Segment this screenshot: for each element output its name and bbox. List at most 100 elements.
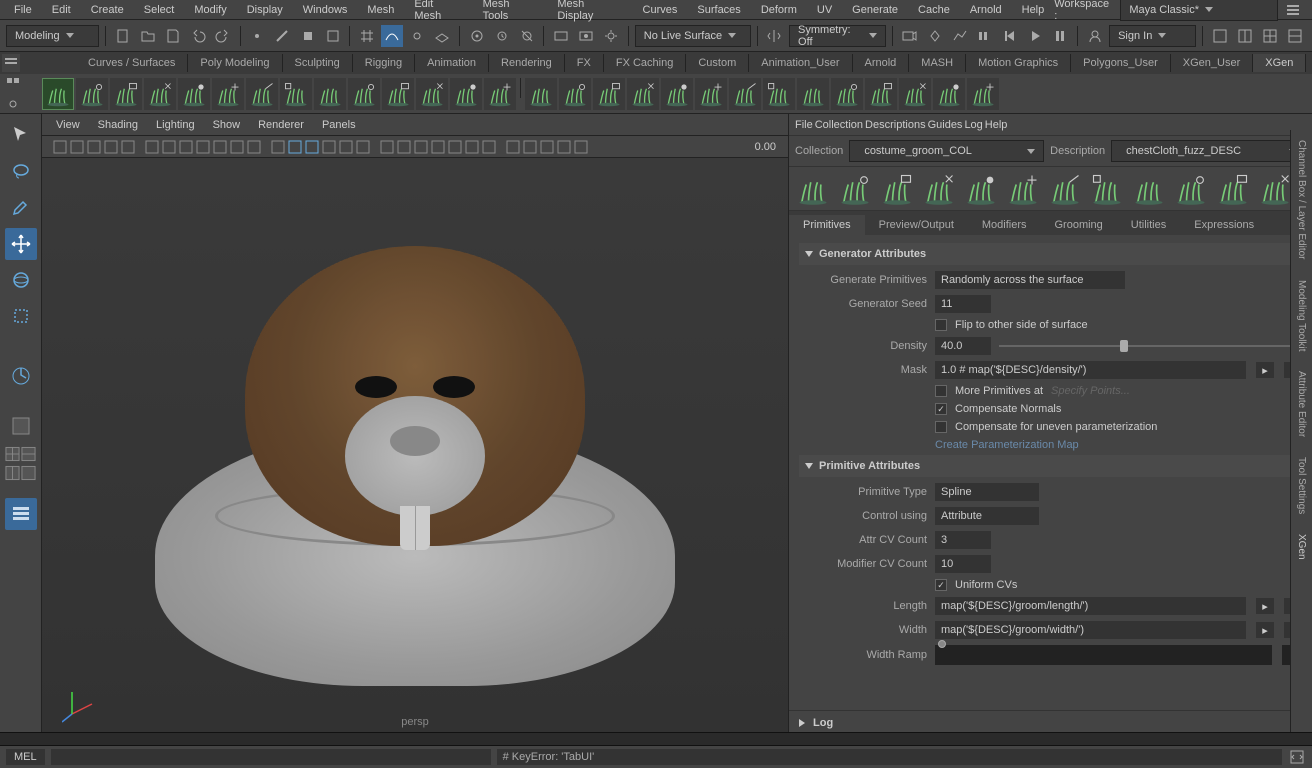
xgen-menu-collection[interactable]: Collection bbox=[815, 119, 863, 131]
shelf-gear-icon[interactable] bbox=[4, 95, 22, 113]
add-guide-icon[interactable] bbox=[879, 171, 915, 207]
background-icon[interactable] bbox=[556, 139, 572, 155]
select-vertex-icon[interactable] bbox=[247, 25, 268, 47]
menu-arnold[interactable]: Arnold bbox=[960, 2, 1012, 18]
grid-icon[interactable] bbox=[144, 139, 160, 155]
length-input[interactable] bbox=[935, 597, 1246, 615]
xgen-shelf-icon-20[interactable] bbox=[729, 78, 761, 110]
safe-title-icon[interactable] bbox=[246, 139, 262, 155]
depth-icon[interactable] bbox=[464, 139, 480, 155]
dope-icon[interactable] bbox=[974, 25, 995, 47]
field-chart-icon[interactable] bbox=[212, 139, 228, 155]
xgen-shelf-icon-3[interactable] bbox=[144, 78, 176, 110]
xgen-shelf-icon-24[interactable] bbox=[865, 78, 897, 110]
density-brush-icon[interactable] bbox=[1257, 171, 1293, 207]
shelf-tab-arnold[interactable]: Arnold bbox=[853, 54, 910, 72]
xgen-shelf-icon-10[interactable] bbox=[382, 78, 414, 110]
layout1-icon[interactable] bbox=[1209, 25, 1230, 47]
move-tool-icon[interactable] bbox=[5, 228, 37, 260]
viewport-menu-panels[interactable]: Panels bbox=[314, 117, 364, 133]
wireframe-icon[interactable] bbox=[270, 139, 286, 155]
length-expr-icon[interactable]: ▸ bbox=[1256, 598, 1274, 614]
xgen-shelf-icon-22[interactable] bbox=[797, 78, 829, 110]
snap-curve-icon[interactable] bbox=[381, 25, 402, 47]
layout4-icon[interactable] bbox=[1285, 25, 1306, 47]
four-view-1-icon[interactable] bbox=[5, 446, 20, 461]
open-scene-icon[interactable] bbox=[137, 25, 158, 47]
xgen-shelf-icon-8[interactable] bbox=[314, 78, 346, 110]
rotate-tool-icon[interactable] bbox=[5, 264, 37, 296]
playblast-icon[interactable] bbox=[899, 25, 920, 47]
compensate-normals-checkbox[interactable] bbox=[935, 403, 947, 415]
ipr-icon[interactable] bbox=[576, 25, 597, 47]
viewport-menu-renderer[interactable]: Renderer bbox=[250, 117, 312, 133]
four-view-2-icon[interactable] bbox=[21, 446, 36, 461]
textured-icon[interactable] bbox=[304, 139, 320, 155]
viewport-menu-shading[interactable]: Shading bbox=[90, 117, 146, 133]
shelf-tab-sculpting[interactable]: Sculpting bbox=[283, 54, 353, 72]
menu-curves[interactable]: Curves bbox=[633, 2, 688, 18]
lasso-tool-icon[interactable] bbox=[5, 156, 37, 188]
render-icon[interactable] bbox=[550, 25, 571, 47]
tab-xgen[interactable]: XGen bbox=[1294, 524, 1309, 570]
shelf-layout-icon[interactable] bbox=[4, 75, 22, 93]
move-guide-icon[interactable] bbox=[921, 171, 957, 207]
2d-pan-icon[interactable] bbox=[103, 139, 119, 155]
viewport-menu-lighting[interactable]: Lighting bbox=[148, 117, 203, 133]
xgen-shelf-icon-4[interactable] bbox=[178, 78, 210, 110]
ao-icon[interactable] bbox=[413, 139, 429, 155]
viewport-menu-view[interactable]: View bbox=[48, 117, 88, 133]
smooth-shade-icon[interactable] bbox=[287, 139, 303, 155]
viewport-3d[interactable]: persp bbox=[42, 158, 788, 734]
menu-edit[interactable]: Edit bbox=[42, 2, 81, 18]
paint-select-icon[interactable] bbox=[5, 192, 37, 224]
xgen-shelf-icon-21[interactable] bbox=[763, 78, 795, 110]
snap-grid-icon[interactable] bbox=[356, 25, 377, 47]
shelf-tab-fx-caching[interactable]: FX Caching bbox=[604, 54, 686, 72]
redo-icon[interactable] bbox=[213, 25, 234, 47]
rewind-icon[interactable] bbox=[1000, 25, 1021, 47]
shelf-tab-curves-surfaces[interactable]: Curves / Surfaces bbox=[76, 54, 188, 72]
xgen-shelf-icon-23[interactable] bbox=[831, 78, 863, 110]
menu-meshtools[interactable]: Mesh Tools bbox=[473, 0, 548, 24]
toggle-guide-icon[interactable] bbox=[1005, 171, 1041, 207]
select-edge-icon[interactable] bbox=[272, 25, 293, 47]
preview-icon[interactable] bbox=[795, 171, 831, 207]
attr-cv-input[interactable] bbox=[935, 531, 991, 549]
exposure-icon[interactable] bbox=[505, 139, 521, 155]
film-gate-icon[interactable] bbox=[161, 139, 177, 155]
xgen-menu-file[interactable]: File bbox=[795, 119, 813, 131]
shadows-icon[interactable] bbox=[338, 139, 354, 155]
xgen-tab-utilities[interactable]: Utilities bbox=[1117, 215, 1180, 235]
uniform-cvs-checkbox[interactable] bbox=[935, 579, 947, 591]
control-using-combo[interactable]: Attribute bbox=[935, 507, 1039, 525]
outliner-toggle-icon[interactable] bbox=[5, 498, 37, 530]
menu-editmesh[interactable]: Edit Mesh bbox=[404, 0, 472, 24]
select-face-icon[interactable] bbox=[297, 25, 318, 47]
xgen-shelf-icon-6[interactable] bbox=[246, 78, 278, 110]
shelf-tab-fx[interactable]: FX bbox=[565, 54, 604, 72]
shelf-tab-animation-user[interactable]: Animation_User bbox=[749, 54, 852, 72]
xgen-shelf-icon-27[interactable] bbox=[967, 78, 999, 110]
shelf-tab-poly-modeling[interactable]: Poly Modeling bbox=[188, 54, 282, 72]
xgen-tab-grooming[interactable]: Grooming bbox=[1041, 215, 1117, 235]
viewport-menu-show[interactable]: Show bbox=[205, 117, 249, 133]
xgen-shelf-icon-26[interactable] bbox=[933, 78, 965, 110]
xgen-tab-preview-output[interactable]: Preview/Output bbox=[865, 215, 968, 235]
clear-preview-icon[interactable] bbox=[837, 171, 873, 207]
bend-tool-icon[interactable] bbox=[1215, 171, 1251, 207]
safe-action-icon[interactable] bbox=[229, 139, 245, 155]
create-param-map-link[interactable]: Create Parameterization Map bbox=[935, 439, 1079, 451]
undo-icon[interactable] bbox=[187, 25, 208, 47]
compensate-uneven-checkbox[interactable] bbox=[935, 421, 947, 433]
tab-modeling-toolkit[interactable]: Modeling Toolkit bbox=[1294, 270, 1309, 362]
generator-seed-input[interactable] bbox=[935, 295, 991, 313]
four-view-4-icon[interactable] bbox=[21, 465, 36, 480]
xgen-shelf-icon-25[interactable] bbox=[899, 78, 931, 110]
xgen-shelf-icon-16[interactable] bbox=[593, 78, 625, 110]
tab-tool-settings[interactable]: Tool Settings bbox=[1294, 447, 1309, 524]
xgen-tab-modifiers[interactable]: Modifiers bbox=[968, 215, 1041, 235]
xgen-shelf-icon-18[interactable] bbox=[661, 78, 693, 110]
live-surface-combo[interactable]: No Live Surface bbox=[635, 25, 751, 47]
motion-blur-icon[interactable] bbox=[430, 139, 446, 155]
